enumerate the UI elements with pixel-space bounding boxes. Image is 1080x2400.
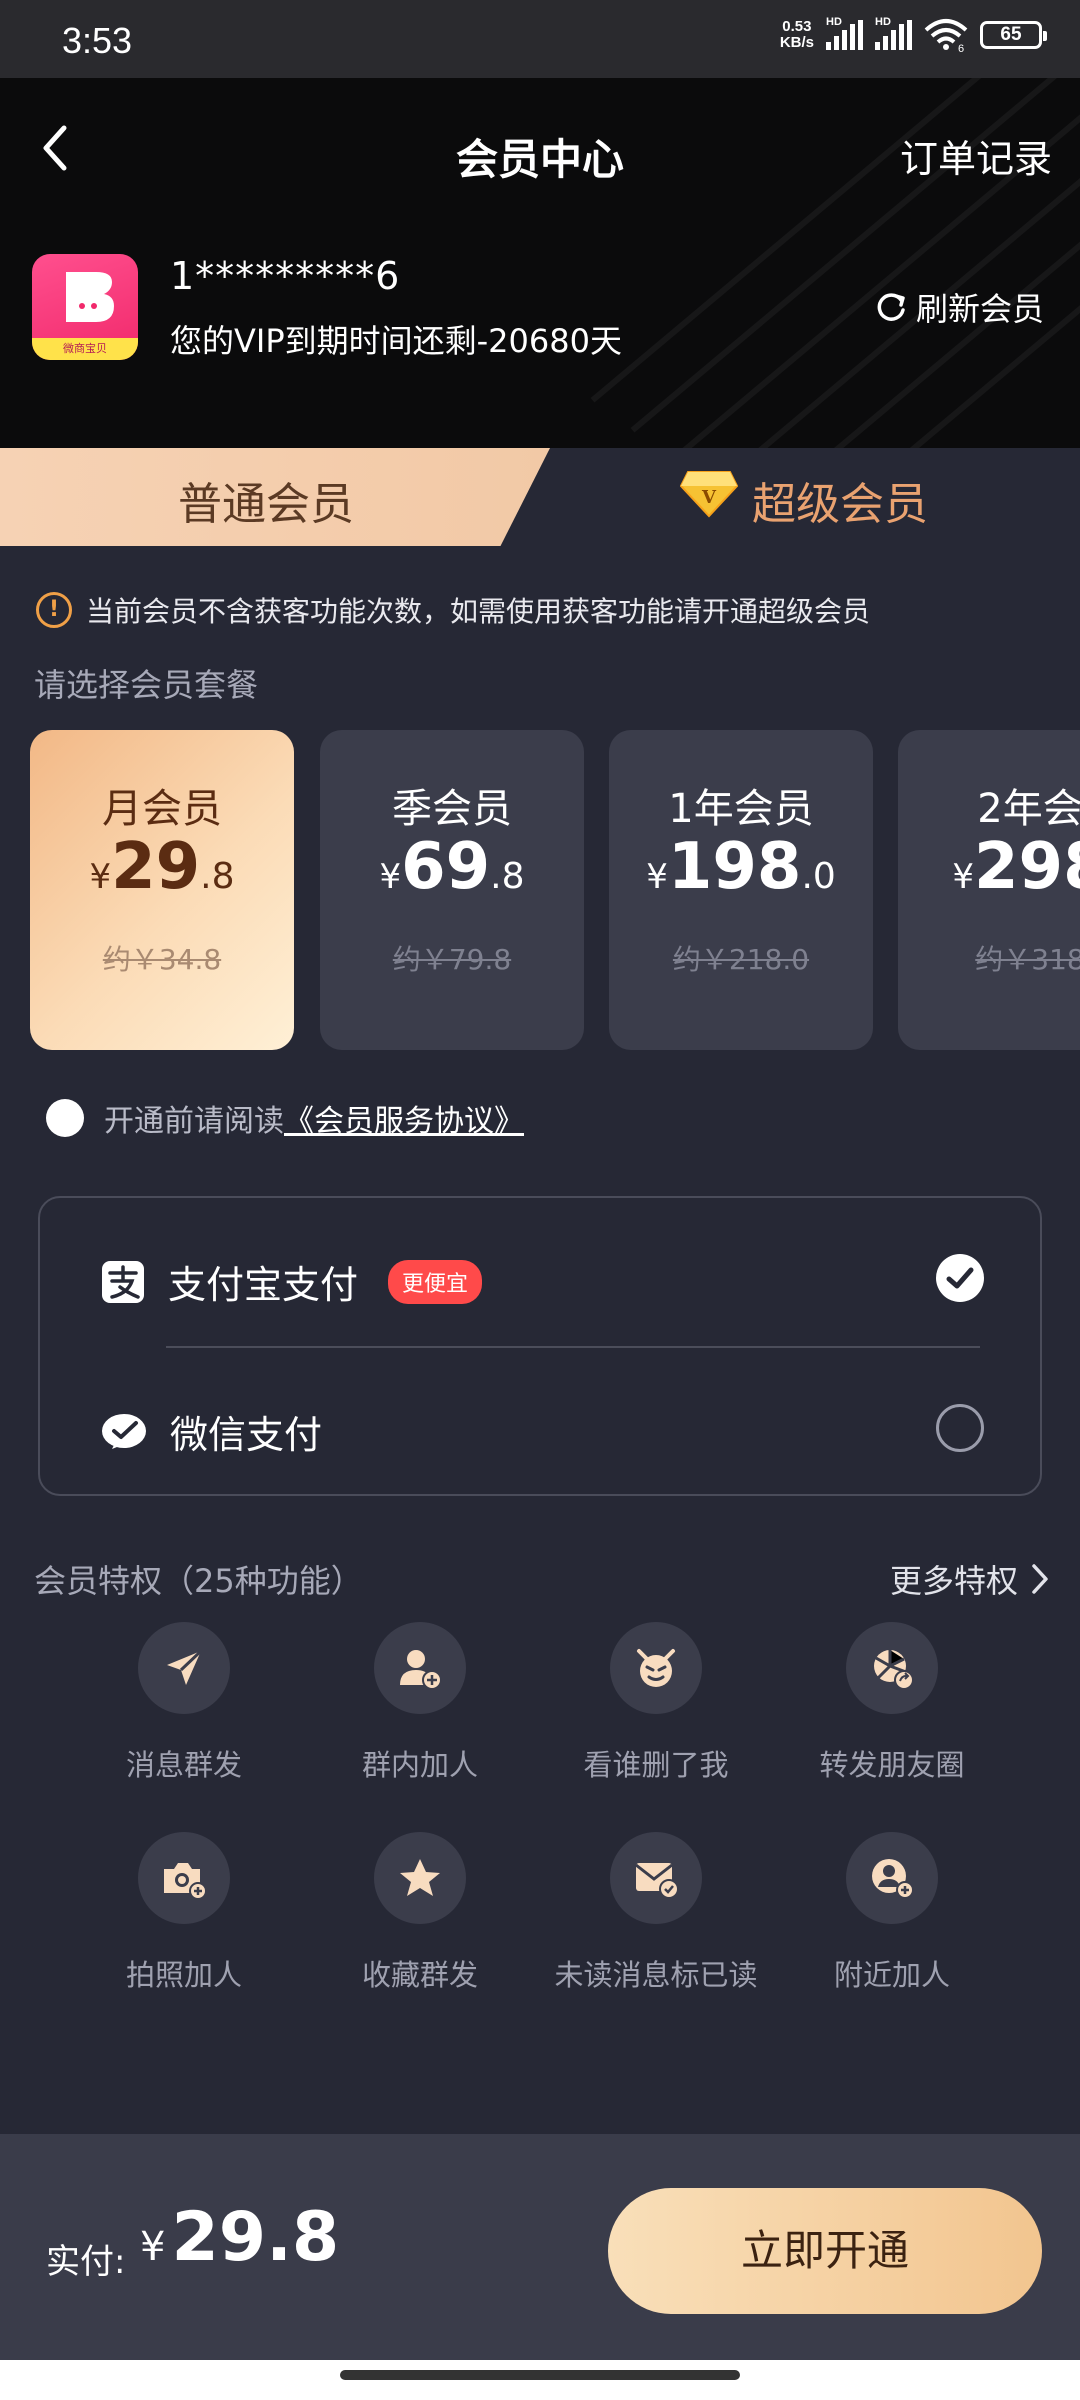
alipay-icon: [102, 1260, 144, 1303]
open-now-button[interactable]: 立即开通: [608, 2188, 1042, 2314]
plan-original-price: 约￥318: [975, 943, 1080, 976]
privilege-item[interactable]: 看谁删了我: [538, 1622, 774, 1784]
net-speed: 0.53 KB/s: [779, 18, 814, 51]
privilege-item[interactable]: 群内加人: [302, 1622, 538, 1784]
privilege-item[interactable]: 未读消息标已读: [538, 1832, 774, 1994]
notice-text: 当前会员不含获客功能次数，如需使用获客功能请开通超级会员: [86, 595, 871, 628]
tab-normal-member-label[interactable]: 普通会员: [178, 468, 354, 532]
privilege-item[interactable]: 附近加人: [774, 1832, 1010, 1994]
bottom-pay-bar: 实付: ¥29.8 立即开通: [0, 2134, 1080, 2360]
camera-add-icon: [164, 1863, 207, 1900]
agreement-row: 开通前请阅读《会员服务协议》: [46, 1096, 524, 1140]
wechat-pay-icon: [102, 1413, 146, 1449]
plan-name: 1年会员: [668, 786, 814, 832]
privilege-item[interactable]: 消息群发: [66, 1622, 302, 1784]
plan-name: 月会员: [102, 786, 222, 832]
plan-original-price: 约￥218.0: [672, 943, 810, 976]
devil-face-icon: [637, 1649, 675, 1687]
star-icon: [400, 1859, 440, 1896]
refresh-membership-button[interactable]: 刷新会员: [874, 284, 1044, 330]
plan-price: ¥198.0: [646, 830, 836, 904]
chevron-right-icon: [1032, 1564, 1048, 1594]
plan-card-two-year[interactable]: 2年会 ¥298 约￥318: [898, 730, 1080, 1050]
privilege-item[interactable]: 转发朋友圈: [774, 1622, 1010, 1784]
agreement-radio[interactable]: [46, 1099, 84, 1137]
system-nav-bar: [0, 2360, 1080, 2400]
plan-price: ¥69.8: [379, 830, 525, 904]
add-person-icon: [400, 1650, 442, 1690]
wechat-radio[interactable]: [936, 1404, 984, 1452]
moments-share-icon: [874, 1650, 914, 1690]
plan-original-price: 约￥34.8: [102, 943, 222, 976]
plan-card-yearly[interactable]: 1年会员 ¥198.0 约￥218.0: [609, 730, 873, 1050]
divider: [166, 1346, 980, 1348]
notice: ! 当前会员不含获客功能次数，如需使用获客功能请开通超级会员: [36, 590, 870, 630]
b-logo-icon: [66, 272, 114, 322]
svg-text:V: V: [701, 487, 717, 508]
status-time: 3:53: [62, 20, 133, 61]
home-indicator[interactable]: [340, 2370, 740, 2380]
app-logo: 微商宝贝: [32, 254, 138, 360]
signal-icon: HD: [826, 16, 863, 50]
vip-remaining-text: 您的VIP到期时间还剩-20680天: [170, 322, 622, 360]
payment-alipay[interactable]: 支付宝支付 更便宜: [100, 1254, 483, 1309]
payment-methods: 支付宝支付 更便宜 微信支付: [38, 1196, 1042, 1496]
check-icon: [946, 1267, 974, 1289]
send-icon: [167, 1649, 203, 1685]
vip-header: 会员中心 订单记录 微商宝贝 1*********6 您的VIP到期时间还剩-2…: [0, 78, 1080, 448]
privilege-item[interactable]: 拍照加人: [66, 1832, 302, 1994]
refresh-icon: [877, 293, 905, 321]
user-name: 1*********6: [170, 254, 401, 298]
privilege-item[interactable]: 收藏群发: [302, 1832, 538, 1994]
svg-text:6: 6: [958, 43, 964, 52]
privileges-title: 会员特权（25种功能）: [34, 1562, 363, 1600]
pay-label: 实付:: [46, 2242, 126, 2282]
pay-amount: ¥29.8: [140, 2198, 340, 2277]
alipay-selected-check[interactable]: [936, 1254, 984, 1302]
diamond-icon: V: [680, 471, 738, 518]
plan-original-price: 约￥79.8: [392, 943, 512, 976]
more-privileges-link[interactable]: 更多特权: [890, 1556, 1050, 1602]
plan-name: 2年会: [977, 786, 1080, 832]
order-records-link[interactable]: 订单记录: [900, 128, 1052, 183]
plan-name: 季会员: [392, 786, 512, 832]
plan-card-quarterly[interactable]: 季会员 ¥69.8 约￥79.8: [320, 730, 584, 1050]
plan-price: ¥298: [952, 830, 1080, 904]
wifi-icon: 6: [924, 19, 968, 52]
signal-icon: HD: [875, 16, 912, 50]
plan-card-monthly[interactable]: 月会员 ¥29.8 约￥34.8: [30, 730, 294, 1050]
tab-super-member[interactable]: 超级会员: [752, 468, 928, 532]
status-icons: 0.53 KB/s HD HD 6 65: [779, 16, 1047, 52]
plans-section-title: 请选择会员套餐: [34, 666, 259, 704]
warning-icon: !: [36, 592, 72, 628]
status-bar: 3:53 0.53 KB/s HD HD 6 65: [0, 0, 1080, 78]
cheaper-badge: 更便宜: [388, 1259, 483, 1304]
battery-icon: 65: [980, 21, 1047, 49]
agreement-link[interactable]: 《会员服务协议》: [284, 1104, 524, 1139]
nearby-add-icon: [872, 1859, 914, 1899]
plan-price: ¥29.8: [89, 830, 235, 904]
mail-check-icon: [635, 1863, 679, 1899]
payment-wechat[interactable]: 微信支付: [100, 1404, 322, 1459]
